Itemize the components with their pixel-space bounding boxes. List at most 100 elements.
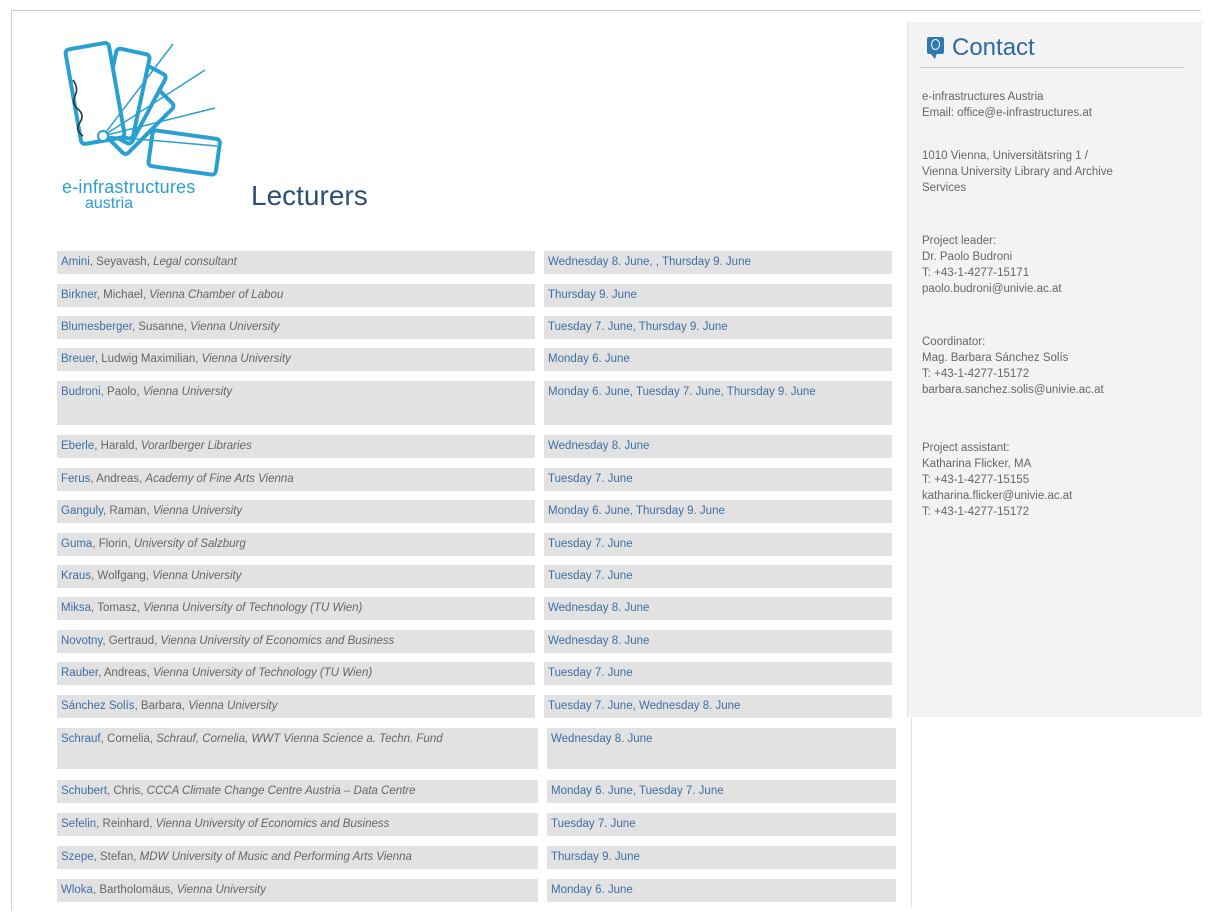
lecturer-dates[interactable]: Tuesday 7. June	[544, 565, 892, 588]
lecturer-surname-link[interactable]: Budroni	[61, 386, 101, 398]
lecturer-row: Schrauf, Cornelia, Schrauf, Cornelia, WW…	[57, 728, 538, 769]
lecturer-dates[interactable]: Monday 6. June, Tuesday 7. June, Thursda…	[544, 381, 892, 425]
lecturer-first-name: , Cornelia,	[100, 733, 157, 745]
lecturer-dates[interactable]: Wednesday 8. June	[544, 435, 892, 458]
lecturer-row: Blumesberger, Susanne, Vienna University	[57, 316, 535, 339]
lecturer-row: Ferus, Andreas, Academy of Fine Arts Vie…	[57, 468, 535, 491]
coordinator-block: Coordinator: Mag. Barbara Sánchez Solís …	[922, 334, 1192, 398]
lecturer-row: Guma, Florin, University of Salzburg	[57, 533, 535, 556]
lecturer-dates[interactable]: Thursday 9. June	[547, 846, 896, 869]
lecturer-surname-link[interactable]: Schrauf	[61, 733, 101, 745]
coordinator-email[interactable]: barbara.sanchez.solis@univie.ac.at	[922, 382, 1192, 398]
coordinator-label: Coordinator:	[922, 336, 986, 348]
contact-org-block: e-infrastructures Austria Email: office@…	[922, 89, 1192, 121]
lecturer-row: Novotny, Gertraud, Vienna University of …	[57, 630, 535, 653]
lecturer-row: Rauber, Andreas, Vienna University of Te…	[57, 662, 535, 685]
lecturer-first-name: , Susanne,	[131, 321, 191, 333]
org-name: e-infrastructures Austria	[922, 91, 1044, 103]
lecturer-surname-link[interactable]: Amini	[61, 256, 90, 268]
leader-label: Project leader:	[922, 235, 997, 247]
info-bubble-icon	[927, 37, 944, 59]
lecturer-dates[interactable]: Monday 6. June	[547, 879, 896, 902]
lecturer-first-name: , Harald,	[94, 440, 141, 452]
lecturer-dates[interactable]: Wednesday 8. June, , Thursday 9. June	[544, 251, 892, 274]
lecturer-dates[interactable]: Wednesday 8. June	[547, 728, 896, 769]
lecturer-affiliation: CCCA Climate Change Centre Austria – Dat…	[146, 785, 416, 797]
lecturer-first-name: , Andreas,	[98, 667, 154, 679]
lecturer-row: Wloka, Bartholomäus, Vienna University	[57, 879, 538, 902]
lecturer-affiliation: Vienna University	[188, 700, 278, 712]
lecturer-row: Ganguly, Raman, Vienna University	[57, 500, 535, 523]
lecturer-surname-link[interactable]: Kraus	[61, 570, 91, 582]
lecturer-first-name: , Wolfgang,	[91, 570, 153, 582]
lecturer-row: Amini, Seyavash, Legal consultant	[57, 251, 535, 274]
lecturer-affiliation: Vienna University	[176, 884, 266, 896]
lecturer-surname-link[interactable]: Miksa	[61, 602, 91, 614]
lecturer-dates[interactable]: Tuesday 7. June, Thursday 9. June	[544, 316, 892, 339]
lecturer-surname-link[interactable]: Rauber	[61, 667, 98, 679]
lecturer-affiliation: Vienna University	[152, 505, 243, 517]
lecturer-dates[interactable]: Thursday 9. June	[544, 284, 892, 307]
lecturer-first-name: , Bartholomäus,	[92, 884, 177, 896]
lecturer-dates[interactable]: Monday 6. June	[544, 348, 892, 371]
lecturer-row: Miksa, Tomasz, Vienna University of Tech…	[57, 597, 535, 620]
leader-phone: T: +43-1-4277-15171	[922, 267, 1030, 279]
divider	[911, 717, 912, 908]
lecturer-row: Schubert, Chris, CCCA Climate Change Cen…	[57, 780, 538, 803]
lecturer-first-name: , Tomasz,	[91, 602, 144, 614]
lecturer-dates[interactable]: Monday 6. June, Thursday 9. June	[544, 500, 892, 523]
lecturer-affiliation: Legal consultant	[153, 256, 237, 268]
lecturer-affiliation: Vienna University	[152, 570, 242, 582]
lecturer-surname-link[interactable]: Guma	[61, 538, 92, 550]
assistant-phone: T: +43-1-4277-15172	[922, 506, 1030, 518]
logo-text-secondary: austria	[85, 195, 134, 212]
lecturer-surname-link[interactable]: Breuer	[61, 353, 95, 365]
lecturer-surname-link[interactable]: Wloka	[61, 884, 93, 896]
lecturer-surname-link[interactable]: Sefelin	[61, 818, 96, 830]
lecturer-first-name: , Barbara,	[134, 700, 189, 712]
lecturer-dates[interactable]: Monday 6. June, Tuesday 7. June	[547, 780, 896, 803]
lecturer-affiliation: Vienna University	[201, 353, 291, 365]
lecturer-surname-link[interactable]: Novotny	[61, 635, 102, 647]
lecturer-dates[interactable]: Tuesday 7. June	[544, 468, 892, 491]
lecturer-first-name: , Stefan,	[93, 851, 140, 863]
lecturer-dates[interactable]: Tuesday 7. June	[544, 662, 892, 685]
lecturer-surname-link[interactable]: Eberle	[61, 440, 94, 452]
lecturer-affiliation: Vienna University	[142, 386, 233, 398]
lecturer-surname-link[interactable]: Szepe	[61, 851, 94, 863]
lecturer-affiliation: Vorarlberger Libraries	[140, 440, 252, 452]
assistant-phone: T: +43-1-4277-15155	[922, 474, 1030, 486]
assistant-email[interactable]: katharina.flicker@univie.ac.at	[922, 488, 1192, 504]
lecturer-surname-link[interactable]: Schubert	[61, 785, 107, 797]
org-email[interactable]: Email: office@e-infrastructures.at	[922, 105, 1192, 121]
lecturer-dates[interactable]: Tuesday 7. June, Wednesday 8. June	[544, 695, 892, 718]
lecturer-affiliation: Vienna University of Economics and Busin…	[155, 818, 390, 830]
coordinator-phone: T: +43-1-4277-15172	[922, 368, 1030, 380]
lecturer-dates[interactable]: Wednesday 8. June	[544, 597, 892, 620]
lecturer-first-name: , Seyavash,	[89, 256, 154, 268]
address-line: Vienna University Library and Archive	[922, 166, 1113, 178]
lecturer-row: Eberle, Harald, Vorarlberger Libraries	[57, 435, 535, 458]
leader-email[interactable]: paolo.budroni@univie.ac.at	[922, 281, 1192, 297]
address-block: 1010 Vienna, Universitätsring 1 / Vienna…	[922, 148, 1192, 196]
lecturer-affiliation: Schrauf, Cornelia, WWT Vienna Science a.…	[156, 733, 443, 745]
lecturer-dates[interactable]: Wednesday 8. June	[544, 630, 892, 653]
lecturer-first-name: , Ludwig Maximilian,	[94, 353, 202, 365]
lecturer-affiliation: Vienna University	[190, 321, 280, 333]
lecturer-dates[interactable]: Tuesday 7. June	[547, 813, 896, 836]
lecturer-row: Birkner, Michael, Vienna Chamber of Labo…	[57, 284, 535, 307]
lecturer-dates[interactable]: Tuesday 7. June	[544, 533, 892, 556]
lecturer-surname-link[interactable]: Ganguly	[61, 505, 103, 517]
lecturer-first-name: , Michael,	[96, 289, 150, 301]
project-leader-block: Project leader: Dr. Paolo Budroni T: +43…	[922, 233, 1192, 297]
lecturer-surname-link[interactable]: Blumesberger	[61, 321, 132, 333]
leader-name: Dr. Paolo Budroni	[922, 251, 1013, 263]
lecturer-affiliation: Academy of Fine Arts Vienna	[145, 473, 294, 485]
lecturer-surname-link[interactable]: Birkner	[61, 289, 97, 301]
lecturer-surname-link[interactable]: Ferus	[61, 473, 90, 485]
page-title: Lecturers	[251, 180, 368, 211]
lecturer-surname-link[interactable]: Sánchez Solís	[61, 700, 135, 712]
lecturer-row: Kraus, Wolfgang, Vienna University	[57, 565, 535, 588]
address-line: 1010 Vienna, Universitätsring 1 /	[922, 150, 1088, 162]
lecturer-affiliation: Vienna University of Technology (TU Wien…	[143, 602, 363, 614]
